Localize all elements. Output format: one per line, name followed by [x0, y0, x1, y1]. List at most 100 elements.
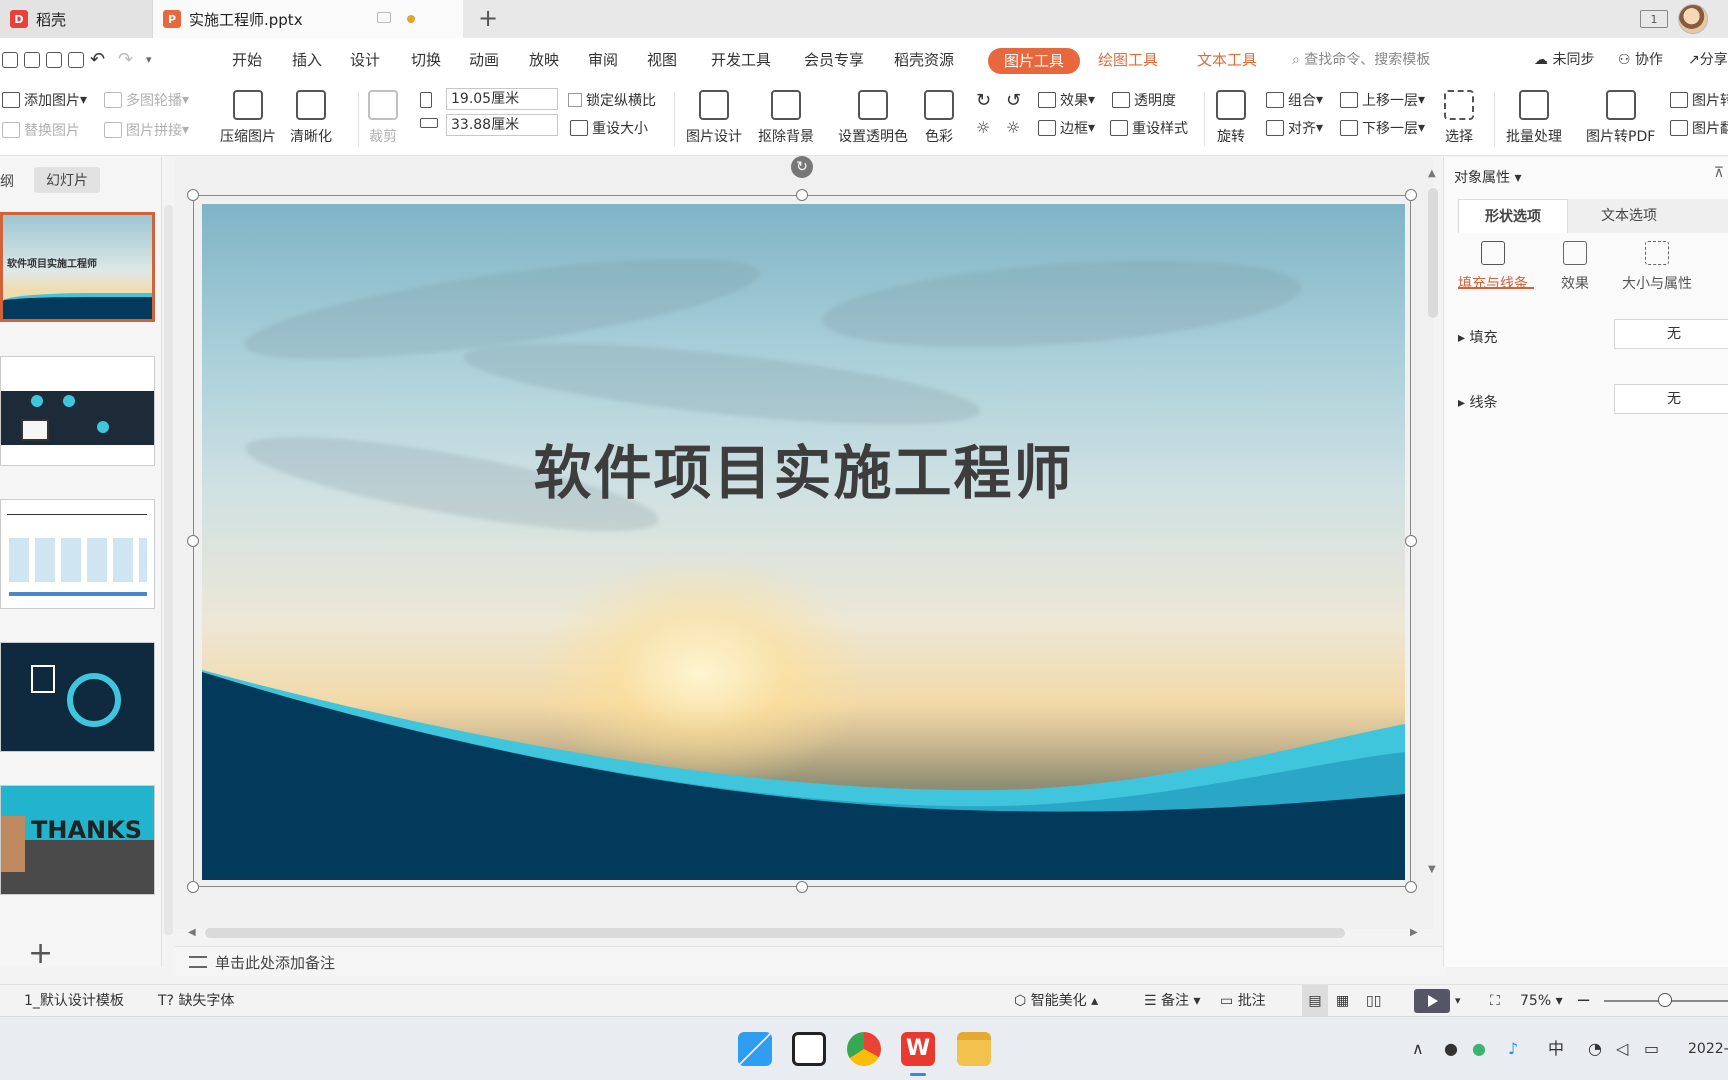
rotate-button[interactable]: 旋转 [1216, 90, 1246, 146]
chevron-down-icon[interactable]: ▾ [1455, 985, 1461, 1017]
pane-title[interactable]: 对象属性 ▾ [1454, 167, 1521, 187]
resize-handle[interactable] [796, 189, 808, 201]
chevron-down-icon[interactable]: ▾ [146, 49, 168, 71]
send-backward-button[interactable]: 下移一层 ▾ [1340, 118, 1425, 138]
undo-icon[interactable]: ↶ [90, 49, 112, 71]
thumbnail-scrollbar[interactable] [164, 205, 173, 935]
brightness-up-icon[interactable]: ↻ [976, 90, 991, 111]
user-avatar[interactable] [1678, 4, 1708, 34]
transparency-button[interactable]: 透明度 [1112, 90, 1176, 110]
command-search[interactable]: ⌕ 查找命令、搜索模板 [1292, 38, 1430, 82]
normal-view-icon[interactable]: ▤ [1302, 985, 1328, 1017]
resize-handle[interactable] [1405, 535, 1417, 547]
missing-font-button[interactable]: T? 缺失字体 [158, 985, 234, 1017]
height-input[interactable]: 19.05厘米 [446, 88, 558, 110]
collab-button[interactable]: ⚇ 协作 [1618, 38, 1663, 82]
subtab-effects[interactable]: 效果 [1530, 241, 1620, 293]
reset-size-button[interactable]: 重设大小 [570, 118, 648, 138]
task-view-icon[interactable] [792, 1032, 826, 1066]
smart-beautify-button[interactable]: ⬡ 智能美化 ▴ [1014, 985, 1098, 1017]
slide-thumbnail-4[interactable] [0, 642, 155, 752]
line-section-header[interactable]: ▸ 线条 [1458, 392, 1497, 412]
replace-picture-button[interactable]: 替换图片 [2, 120, 80, 140]
comments-button[interactable]: ▭ 批注 [1220, 985, 1266, 1017]
resize-handle[interactable] [187, 535, 199, 547]
zoom-out-icon[interactable]: − [1576, 985, 1591, 1017]
menu-view[interactable]: 视图 [647, 38, 677, 82]
scroll-right-icon[interactable]: ▶ [1410, 927, 1418, 938]
fill-section-header[interactable]: ▸ 填充 [1458, 327, 1497, 347]
menu-review[interactable]: 审阅 [588, 38, 618, 82]
set-transparent-color-button[interactable]: 设置透明色 [838, 90, 908, 146]
slide-picture[interactable]: 软件项目实施工程师 [202, 204, 1405, 880]
picture-design-button[interactable]: 图片设计 [686, 90, 742, 146]
tab-docer[interactable]: D 稻壳 [0, 0, 153, 38]
add-slide-button[interactable]: + [28, 939, 53, 969]
picture-more-button-1[interactable]: 图片转 [1670, 90, 1728, 110]
sharpen-button[interactable]: 清晰化 [290, 90, 332, 146]
ime-indicator[interactable]: 中 [1548, 1017, 1564, 1080]
battery-icon[interactable]: ▭ [1644, 1017, 1659, 1080]
slide-thumbnail-5[interactable]: THANKS [0, 785, 155, 895]
windows-start-icon[interactable] [738, 1032, 772, 1066]
play-slideshow-icon[interactable] [1414, 989, 1450, 1013]
tab-document[interactable]: P 实施工程师.pptx [153, 0, 463, 38]
file-explorer-icon[interactable] [957, 1032, 991, 1066]
resize-handle[interactable] [1405, 189, 1417, 201]
wifi-icon[interactable]: ◔ [1588, 1017, 1602, 1080]
contrast-icon[interactable]: ↺ [1006, 90, 1021, 111]
slide-title[interactable]: 软件项目实施工程师 [202, 426, 1405, 510]
redo-icon[interactable]: ↷ [118, 49, 140, 71]
qq-icon[interactable]: ● [1444, 1017, 1458, 1080]
sync-status[interactable]: ☁ 未同步 [1534, 38, 1594, 82]
tab-slides[interactable]: 幻灯片 [34, 167, 100, 193]
tab-text-options[interactable]: 文本选项 [1574, 199, 1684, 233]
tab-outline[interactable]: 大纲 [0, 171, 14, 191]
menu-developer[interactable]: 开发工具 [711, 38, 771, 82]
menu-transition[interactable]: 切换 [411, 38, 441, 82]
subtab-fill-line[interactable]: 填充与线条 [1448, 241, 1538, 293]
share-button[interactable]: ↗分享 [1688, 38, 1728, 82]
notes-bar[interactable]: 单击此处添加备注 [175, 946, 1445, 976]
group-button[interactable]: 组合 ▾ [1266, 90, 1323, 110]
monitor-icon[interactable] [377, 12, 391, 23]
reset-style-button[interactable]: 重设样式 [1110, 118, 1188, 138]
rotate-handle-icon[interactable]: ↻ [791, 156, 813, 178]
brightness-icon[interactable]: ☼ [976, 118, 990, 137]
volume-icon[interactable]: ◁ [1616, 1017, 1628, 1080]
pin-icon[interactable]: ⊼ [1714, 165, 1724, 181]
microphone-icon[interactable]: ♪ [1508, 1017, 1518, 1080]
show-hidden-icons[interactable]: ∧ [1412, 1017, 1424, 1080]
slide-thumbnail-1[interactable]: 软件项目实施工程师 [0, 212, 155, 322]
menu-drawing-tools[interactable]: 绘图工具 [1098, 38, 1158, 82]
bring-forward-button[interactable]: 上移一层 ▾ [1340, 90, 1425, 110]
subtab-size-properties[interactable]: 大小与属性 [1612, 241, 1702, 293]
batch-process-button[interactable]: 批量处理 [1506, 90, 1562, 146]
border-button[interactable]: 边框 ▾ [1038, 118, 1095, 138]
chrome-icon[interactable] [847, 1032, 881, 1066]
horizontal-scrollbar[interactable] [205, 928, 1345, 938]
picture-more-button-2[interactable]: 图片翻 [1670, 118, 1728, 138]
menu-insert[interactable]: 插入 [292, 38, 322, 82]
contrast-down-icon[interactable]: ☼ [1006, 118, 1020, 137]
color-button[interactable]: 色彩 [924, 90, 954, 146]
compress-picture-button[interactable]: 压缩图片 [220, 90, 276, 146]
print-icon[interactable] [46, 52, 62, 68]
scroll-down-icon[interactable]: ▼ [1428, 864, 1436, 875]
tab-shape-options[interactable]: 形状选项 [1458, 199, 1568, 233]
lock-ratio-checkbox[interactable]: 锁定纵横比 [568, 90, 656, 110]
menu-home[interactable]: 开始 [232, 38, 262, 82]
clock-date[interactable]: 2022- [1688, 1017, 1728, 1080]
vertical-scrollbar[interactable] [1428, 188, 1438, 318]
menu-slideshow[interactable]: 放映 [529, 38, 559, 82]
crop-button[interactable]: 裁剪 [368, 90, 398, 146]
new-tab-button[interactable]: + [478, 6, 498, 30]
resize-handle[interactable] [1405, 881, 1417, 893]
print-preview-icon[interactable] [68, 52, 84, 68]
resize-handle[interactable] [187, 189, 199, 201]
save-icon[interactable] [2, 52, 18, 68]
wps-office-icon[interactable]: W [901, 1032, 935, 1066]
window-layout-icon[interactable]: 1 [1640, 10, 1668, 28]
scroll-up-icon[interactable]: ▲ [1428, 168, 1436, 179]
slide-sorter-icon[interactable]: ▦ [1336, 985, 1349, 1017]
